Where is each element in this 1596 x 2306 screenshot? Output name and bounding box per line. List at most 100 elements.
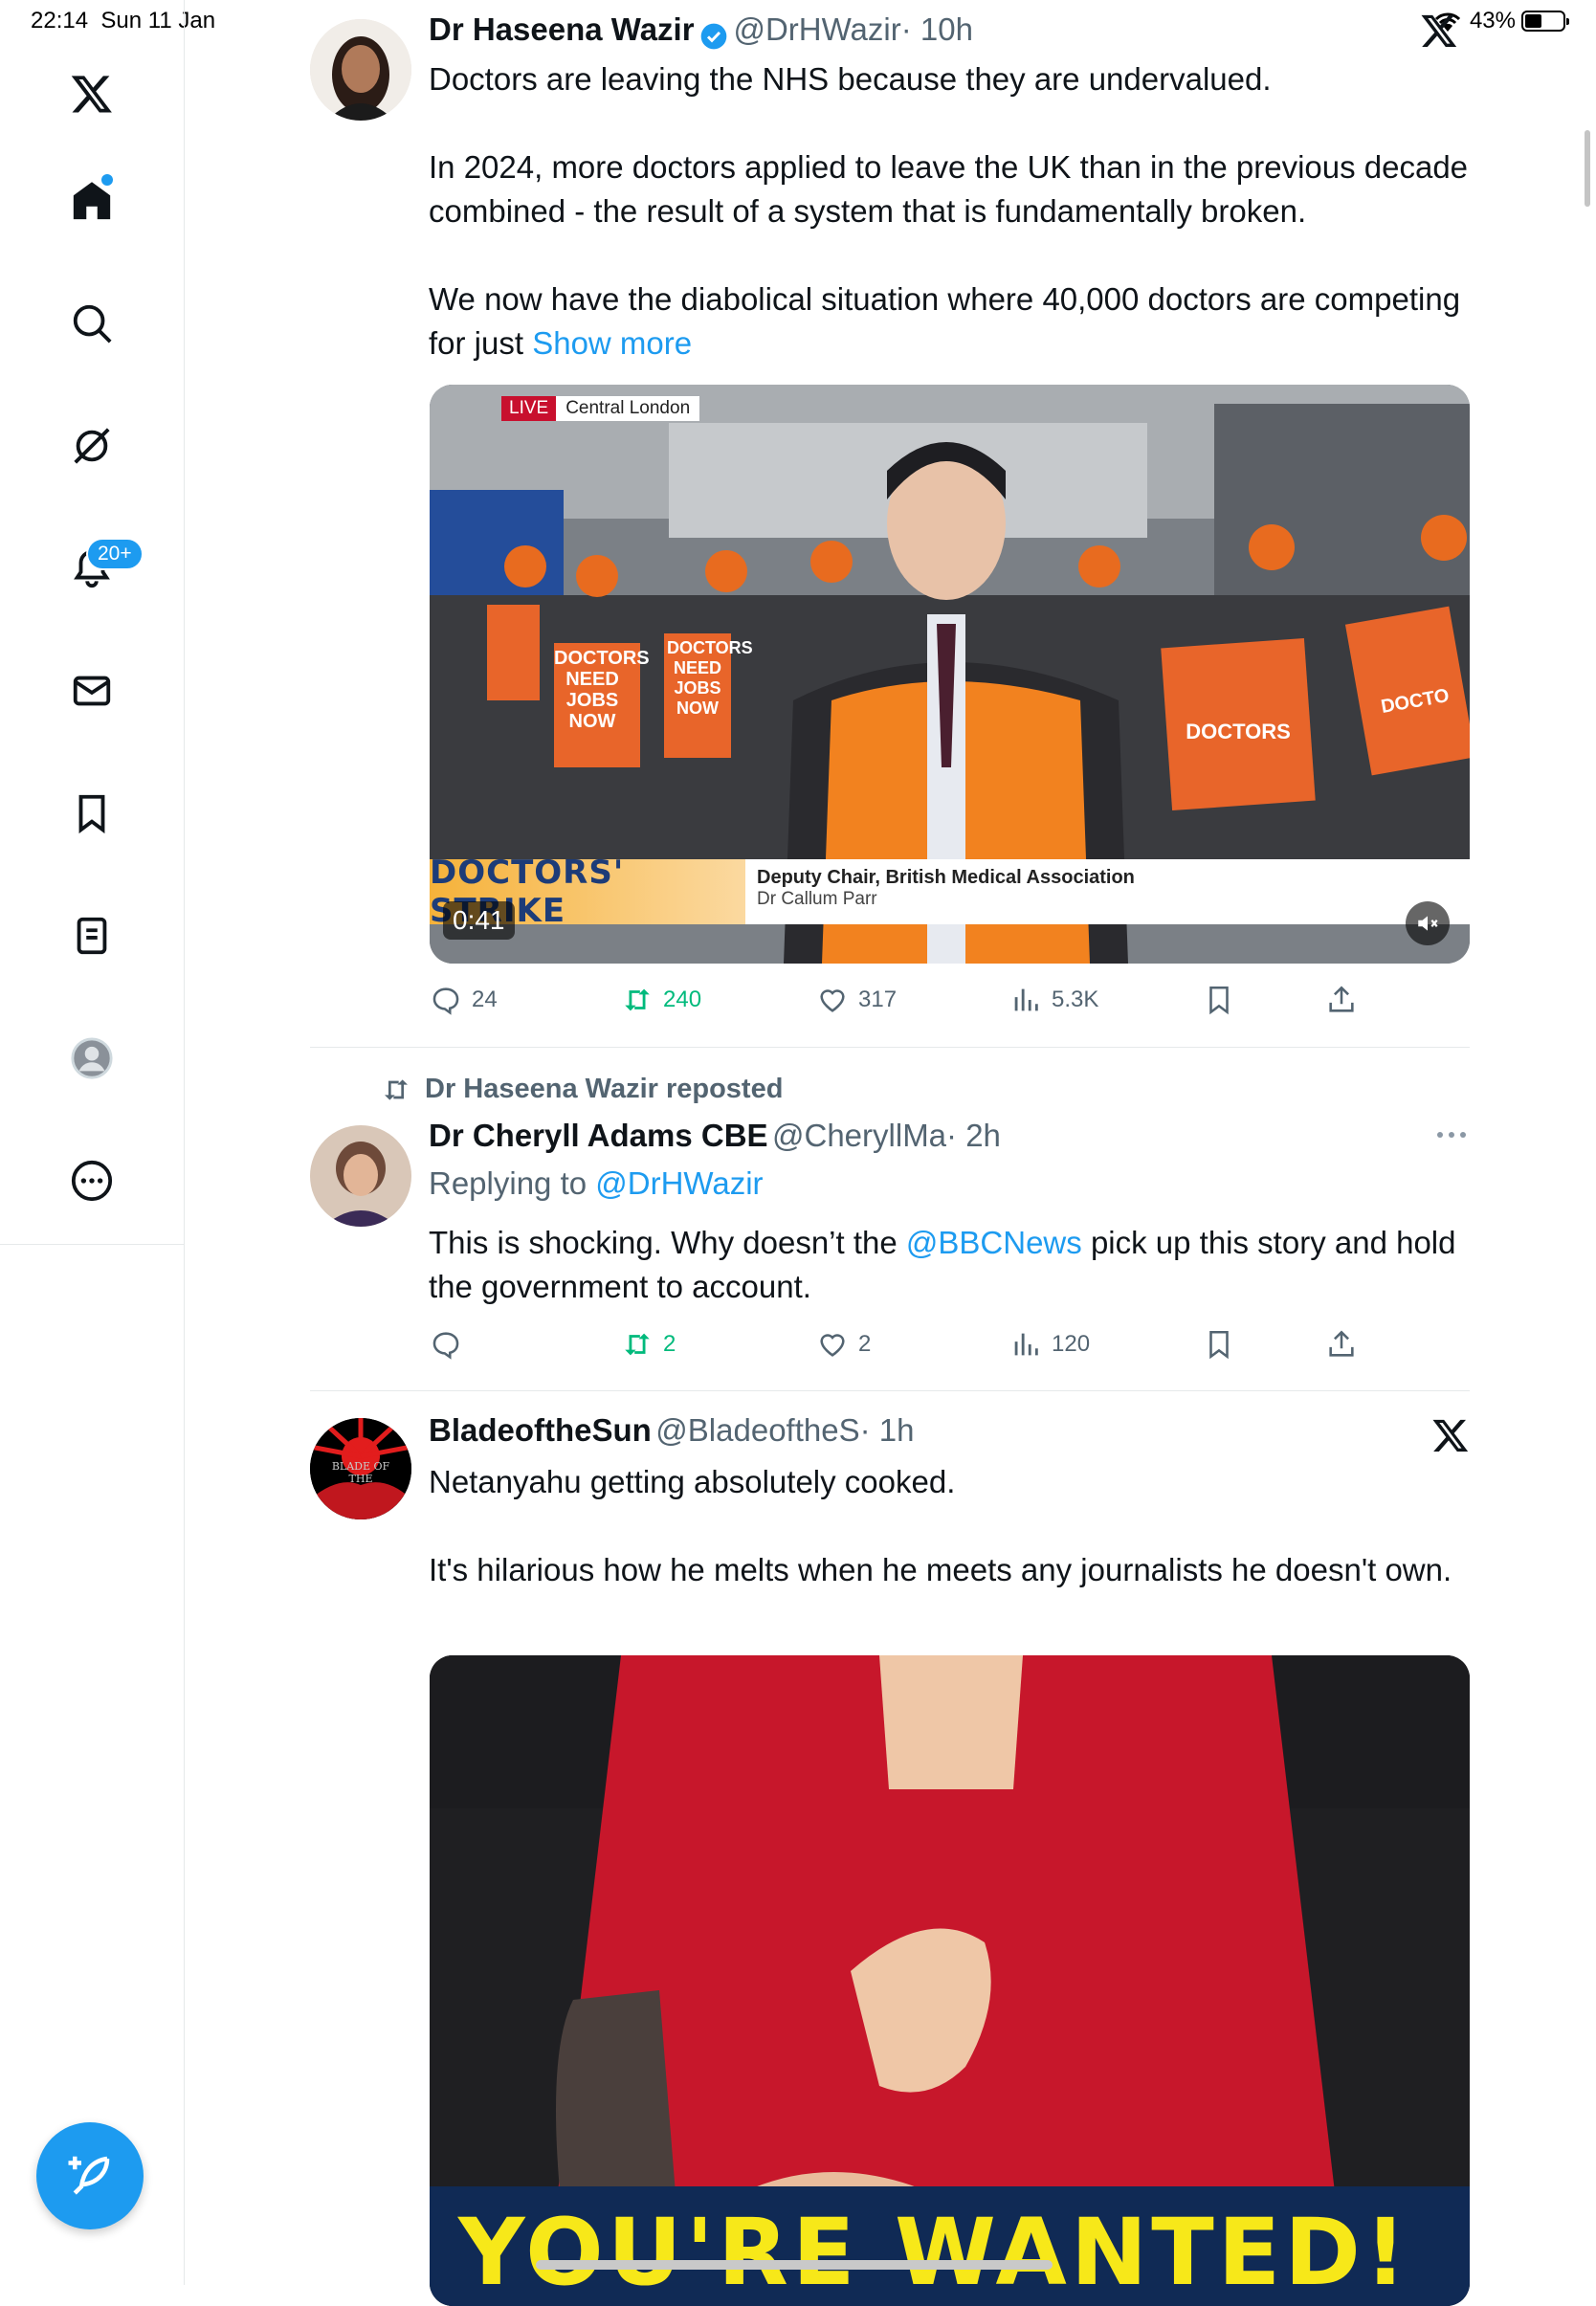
protest-sign: DOCTORS NEED JOBS NOW [554, 648, 650, 732]
like-button[interactable]: 317 [816, 984, 897, 1016]
protest-sign: DOCTORS [1186, 720, 1291, 743]
tweet-divider [310, 1390, 1470, 1391]
video-duration: 0:41 [443, 901, 515, 940]
compose-feather-icon [68, 2156, 110, 2195]
reply-icon [432, 1332, 459, 1360]
notifications-badge: 20+ [86, 538, 144, 570]
bookmarks-icon[interactable] [57, 779, 126, 848]
battery-percent: 43% [1469, 8, 1516, 33]
repost-count: 2 [663, 1331, 676, 1357]
views-count: 120 [1052, 1331, 1091, 1357]
author-handle[interactable]: @DrHWazir [733, 11, 900, 47]
like-count: 317 [858, 987, 898, 1012]
home-unread-dot [101, 174, 113, 186]
tweet-header: Dr Cheryll Adams CBE @CheryllMa· 2h [429, 1118, 1001, 1154]
author-handle[interactable]: @BladeoftheS [655, 1412, 859, 1448]
tweet-video[interactable]: YOU'RE WANTED! [430, 1655, 1470, 2306]
bookmark-icon [1209, 1330, 1229, 1360]
tweet-header: BladeoftheSun @BladeoftheS· 1h [429, 1412, 914, 1449]
muted-speaker-icon [1418, 916, 1438, 931]
tweet-video[interactable]: LIVE Central London DOCTORS NEED JOBS NO… [430, 385, 1470, 964]
tweet-paragraph: Doctors are leaving the NHS because they… [429, 61, 1272, 97]
avatar[interactable] [310, 1125, 411, 1227]
more-dots-icon [1437, 1132, 1466, 1138]
like-count: 2 [858, 1331, 872, 1357]
home-indicator [536, 2260, 1053, 2270]
reply-button[interactable] [430, 1328, 462, 1361]
author-handle[interactable]: @CheryllMa [772, 1118, 946, 1153]
show-more-link[interactable]: Show more [532, 325, 692, 361]
tweet-divider [310, 1047, 1470, 1048]
grok-icon[interactable] [57, 411, 126, 480]
tweet-header: Dr Haseena Wazir @DrHWazir· 10h [429, 11, 973, 52]
repost-label[interactable]: Dr Haseena Wazir reposted [425, 1074, 783, 1105]
video-caption: YOU'RE WANTED! [458, 2199, 1410, 2306]
repost-icon [625, 988, 650, 1011]
heart-icon [820, 989, 845, 1012]
more-icon[interactable] [57, 1146, 126, 1215]
reply-button[interactable]: 24 [430, 984, 498, 1016]
repost-icon [625, 1333, 650, 1356]
reply-count: 24 [472, 987, 498, 1012]
battery-icon [1521, 11, 1569, 32]
tweet-text: Netanyahu getting absolutely cooked. It'… [429, 1460, 1481, 1592]
like-button[interactable]: 2 [816, 1328, 871, 1361]
share-icon [1329, 1330, 1354, 1357]
author-name[interactable]: Dr Cheryll Adams CBE [429, 1118, 768, 1153]
repost-button[interactable]: 240 [621, 984, 701, 1016]
compose-post-button[interactable] [36, 2122, 144, 2229]
replying-to: Replying to @DrHWazir [429, 1165, 764, 1201]
tweet-time: · 1h [859, 1412, 915, 1448]
strap-info: Deputy Chair, British Medical Associatio… [745, 859, 1470, 924]
location-label: Central London [565, 398, 691, 418]
tweet-actions: 24 240 317 5.3K [430, 984, 1482, 1022]
profile-avatar-icon[interactable] [57, 1024, 126, 1093]
search-icon[interactable] [57, 289, 126, 358]
scrollbar[interactable] [1585, 130, 1590, 207]
news-strap: DOCTORS' STRIKE Deputy Chair, British Me… [430, 854, 1470, 930]
avatar[interactable]: BLADE OF THE [310, 1418, 411, 1519]
share-button[interactable] [1325, 984, 1358, 1016]
reply-icon [432, 987, 459, 1015]
live-banner: LIVE Central London [501, 396, 700, 421]
bookmark-icon [1209, 986, 1229, 1015]
tweet-actions: 2 2 120 [430, 1328, 1482, 1366]
share-icon [1329, 986, 1354, 1012]
strap-role: Deputy Chair, British Medical Associatio… [757, 867, 1135, 888]
views-chart-icon [1014, 1333, 1038, 1356]
repost-context: Dr Haseena Wazir reposted [381, 1074, 783, 1105]
x-logo-icon[interactable] [1431, 1416, 1470, 1459]
views-button[interactable]: 120 [1009, 1328, 1090, 1361]
protest-sign: DOCTORS NEED JOBS NOW [667, 638, 753, 718]
heart-icon [820, 1334, 845, 1357]
author-name[interactable]: Dr Haseena Wazir [429, 11, 695, 47]
sidebar-nav: 20+ [0, 0, 185, 1245]
author-name[interactable]: BladeoftheSun [429, 1412, 652, 1448]
messages-envelope-icon[interactable] [57, 656, 126, 725]
tweet-paragraph: We now have the diabolical situation whe… [429, 281, 1461, 361]
tweet-text: This is shocking. Why doesn’t the @BBCNe… [429, 1225, 1456, 1304]
mention-link[interactable]: @BBCNews [906, 1225, 1082, 1260]
views-button[interactable]: 5.3K [1009, 984, 1098, 1016]
verified-badge-icon [700, 23, 727, 50]
x-logo-icon[interactable] [57, 59, 126, 128]
repost-icon [385, 1078, 408, 1100]
home-icon[interactable] [57, 166, 126, 235]
views-count: 5.3K [1052, 987, 1099, 1012]
repost-button[interactable]: 2 [621, 1328, 676, 1361]
share-button[interactable] [1325, 1328, 1358, 1361]
avatar-text: BLADE OF THE [331, 1460, 390, 1485]
sidebar-border [184, 1244, 185, 2285]
lists-icon[interactable] [57, 901, 126, 970]
more-options-button[interactable] [1435, 1125, 1468, 1149]
tweet-paragraph: It's hilarious how he melts when he meet… [429, 1552, 1452, 1587]
bookmark-button[interactable] [1203, 1328, 1235, 1361]
avatar[interactable] [310, 19, 411, 121]
tweet-time: · 2h [946, 1118, 1001, 1153]
live-label: LIVE [501, 396, 557, 421]
x-logo-icon[interactable] [1420, 11, 1458, 55]
mute-button[interactable] [1406, 901, 1450, 945]
tweet-paragraph: In 2024, more doctors applied to leave t… [429, 149, 1469, 229]
bookmark-button[interactable] [1203, 984, 1235, 1016]
replying-to-link[interactable]: @DrHWazir [595, 1165, 763, 1201]
